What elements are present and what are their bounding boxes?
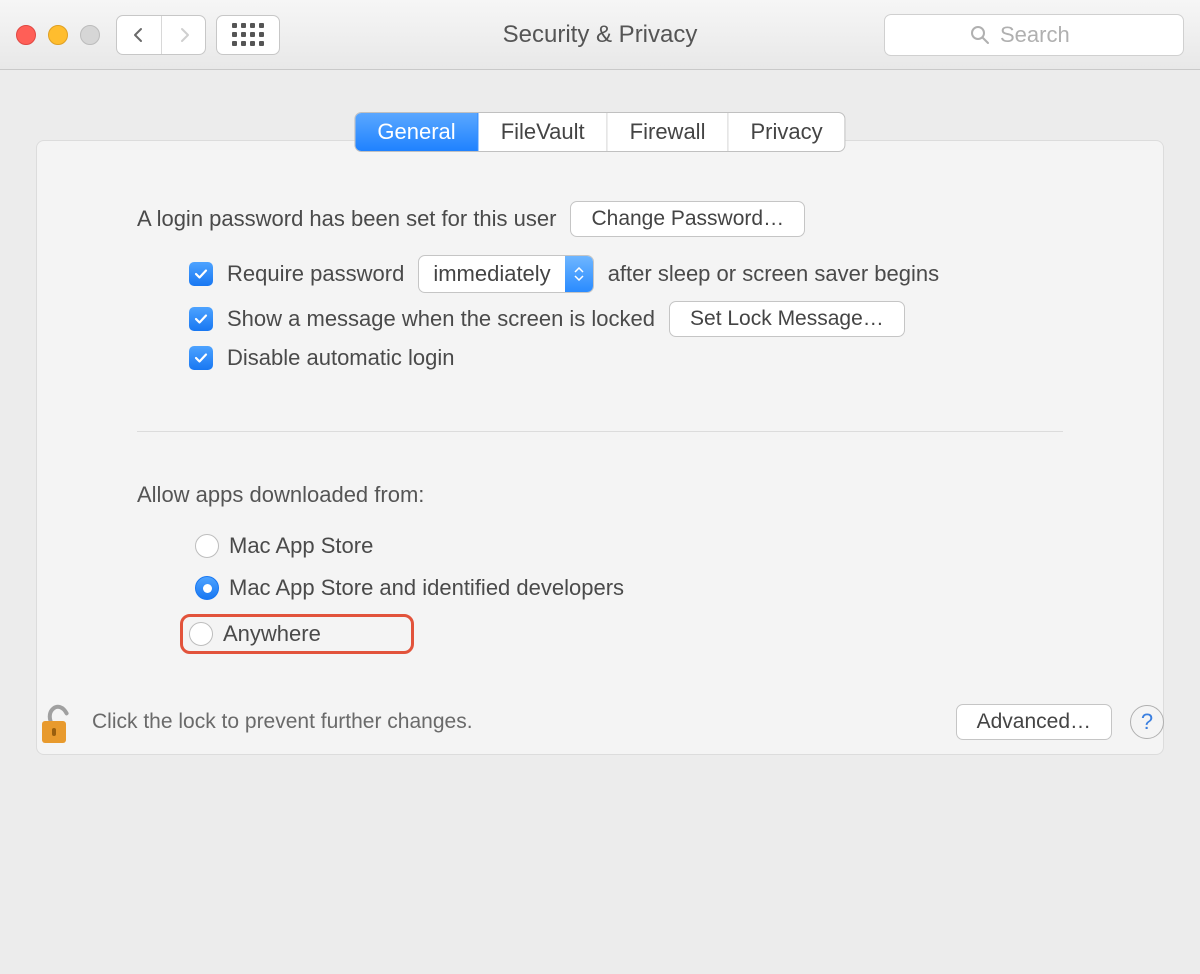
zoom-window-button[interactable] (80, 25, 100, 45)
minimize-window-button[interactable] (48, 25, 68, 45)
help-button[interactable]: ? (1130, 705, 1164, 739)
back-button[interactable] (117, 16, 161, 54)
require-password-prefix: Require password (227, 261, 404, 287)
close-window-button[interactable] (16, 25, 36, 45)
radio-icon (189, 622, 213, 646)
general-panel: A login password has been set for this u… (36, 140, 1164, 755)
lock-hint-text: Click the lock to prevent further change… (92, 710, 938, 734)
nav-buttons (116, 15, 206, 55)
grid-icon (232, 23, 264, 46)
radio-mac-app-store[interactable]: Mac App Store (189, 530, 1063, 562)
check-icon (193, 311, 209, 327)
disable-auto-login-label: Disable automatic login (227, 345, 454, 371)
check-icon (193, 350, 209, 366)
check-icon (193, 266, 209, 282)
tab-firewall[interactable]: Firewall (608, 113, 729, 151)
tab-general[interactable]: General (355, 113, 478, 151)
tab-privacy[interactable]: Privacy (728, 113, 844, 151)
popup-value: immediately (419, 261, 564, 287)
search-field[interactable] (884, 14, 1184, 56)
chevron-right-icon (176, 27, 192, 43)
require-password-suffix: after sleep or screen saver begins (608, 261, 939, 287)
show-all-button[interactable] (216, 15, 280, 55)
radio-icon (195, 576, 219, 600)
radio-anywhere[interactable]: Anywhere (189, 621, 321, 647)
toolbar: Security & Privacy (0, 0, 1200, 70)
tab-bar: General FileVault Firewall Privacy (354, 112, 845, 152)
help-icon: ? (1141, 709, 1153, 735)
show-lock-message-label: Show a message when the screen is locked (227, 306, 655, 332)
tab-filevault[interactable]: FileVault (479, 113, 608, 151)
lock-icon[interactable] (36, 697, 74, 747)
footer: Click the lock to prevent further change… (0, 697, 1200, 747)
chevron-left-icon (131, 27, 147, 43)
divider (137, 431, 1063, 432)
login-password-text: A login password has been set for this u… (137, 206, 556, 232)
search-icon (970, 25, 990, 45)
radio-anywhere-highlight: Anywhere (180, 614, 414, 654)
show-lock-message-checkbox[interactable] (189, 307, 213, 331)
allow-apps-label: Allow apps downloaded from: (137, 482, 1063, 508)
radio-identified-developers[interactable]: Mac App Store and identified developers (189, 572, 1063, 604)
forward-button[interactable] (161, 16, 205, 54)
advanced-button[interactable]: Advanced… (956, 704, 1112, 740)
set-lock-message-button[interactable]: Set Lock Message… (669, 301, 905, 337)
require-password-delay-popup[interactable]: immediately (418, 255, 593, 293)
radio-label: Mac App Store and identified developers (229, 575, 624, 601)
change-password-button[interactable]: Change Password… (570, 201, 805, 237)
search-input[interactable] (998, 21, 1098, 49)
allow-apps-radio-group: Mac App Store Mac App Store and identifi… (189, 530, 1063, 664)
radio-label: Mac App Store (229, 533, 373, 559)
traffic-lights (16, 25, 100, 45)
radio-icon (195, 534, 219, 558)
radio-label: Anywhere (223, 621, 321, 647)
updown-icon (565, 256, 593, 292)
require-password-checkbox[interactable] (189, 262, 213, 286)
content: General FileVault Firewall Privacy A log… (0, 70, 1200, 755)
disable-auto-login-checkbox[interactable] (189, 346, 213, 370)
